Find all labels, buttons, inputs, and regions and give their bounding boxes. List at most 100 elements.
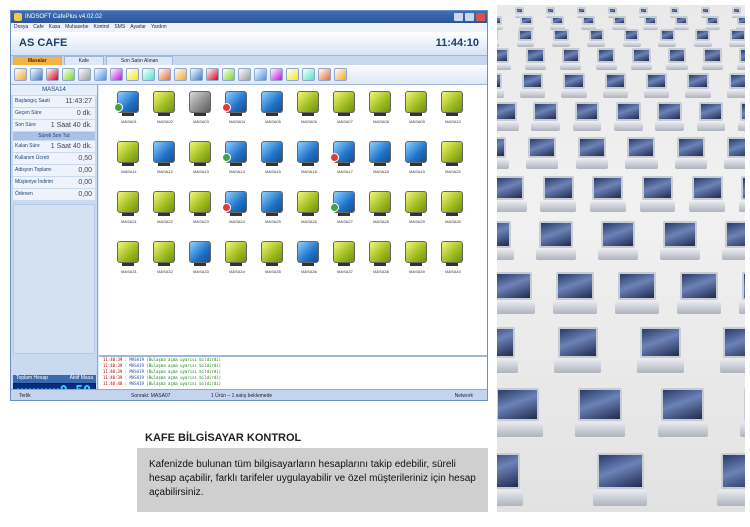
computer-item[interactable]: MASA33 [185,241,217,277]
info-value: 11:43:27 [65,98,92,105]
computer-item[interactable]: MASA26 [293,191,325,227]
laptop-screen [538,221,573,248]
computer-item[interactable]: MASA32 [149,241,181,277]
computer-item[interactable]: MASA13 [185,141,217,177]
screen-icon[interactable] [158,68,171,81]
laptop-icon [497,271,535,318]
laptop-screen [721,453,745,490]
close-icon[interactable] [476,13,485,21]
tab-0[interactable]: Masalar [13,56,62,65]
user-icon[interactable] [46,68,59,81]
menu-item[interactable]: Cafe [33,23,44,32]
computer-item[interactable]: MASA40 [437,241,469,277]
computer-item[interactable]: MASA19 [401,141,433,177]
cancel-icon[interactable] [142,68,155,81]
computer-item[interactable]: MASA03 [185,91,217,127]
monitor-stand [158,163,170,166]
warning-icon[interactable] [174,68,187,81]
arrow-icon[interactable] [94,68,107,81]
computer-item[interactable]: MASA18 [365,141,397,177]
computer-item[interactable]: MASA28 [365,191,397,227]
computer-item[interactable]: MASA27 [329,191,361,227]
arrow-right-icon[interactable] [126,68,139,81]
lock-icon[interactable] [62,68,75,81]
menu-item[interactable]: Yardım [151,23,167,32]
tool-icon[interactable] [286,68,299,81]
tab-2[interactable]: Son Satın Alınan [105,56,174,65]
computer-item[interactable]: MASA08 [365,91,397,127]
info-value: 0,00 [78,191,92,198]
computer-item[interactable]: MASA17 [329,141,361,177]
lock-icon[interactable] [78,68,91,81]
computer-item[interactable]: MASA35 [257,241,289,277]
menu-item[interactable]: Kontrol [94,23,110,32]
tea-icon[interactable] [238,68,251,81]
computer-item[interactable]: MASA02 [149,91,181,127]
menu-item[interactable]: Muhasebe [65,23,88,32]
menu-item[interactable]: Kasa [49,23,60,32]
user-icon [222,203,231,212]
cafe-icon[interactable] [254,68,267,81]
summary-right-label: Aktif Masa [69,375,93,381]
monitor-icon [369,91,391,113]
monitor-stand [338,263,350,266]
computer-item[interactable]: MASA21 [113,191,145,227]
laptop-screen [574,102,600,121]
computer-item[interactable]: MASA22 [149,191,181,227]
computer-item[interactable]: MASA14 [221,141,253,177]
laptop-keyboard [701,63,724,70]
laptop-icon [657,387,708,441]
computer-item[interactable]: MASA12 [149,141,181,177]
laptop-icon [677,271,721,318]
computer-item[interactable]: MASA16 [293,141,325,177]
computer-item[interactable]: MASA24 [221,191,253,227]
maximize-icon[interactable] [465,13,474,21]
computer-item[interactable]: MASA07 [329,91,361,127]
menu-item[interactable]: Ayarlar [130,23,146,32]
menu-item[interactable]: SMS [114,23,125,32]
print-icon[interactable] [30,68,43,81]
restart-icon[interactable] [206,68,219,81]
computer-label: MASA29 [409,219,425,224]
computer-item[interactable]: MASA10 [437,91,469,127]
menu-item[interactable]: Dosya [14,23,28,32]
monitor-icon[interactable] [190,68,203,81]
computer-item[interactable]: MASA23 [185,191,217,227]
computer-item[interactable]: MASA05 [257,91,289,127]
computer-item[interactable]: MASA20 [437,141,469,177]
computer-item[interactable]: MASA09 [401,91,433,127]
computer-item[interactable]: MASA11 [113,141,145,177]
computer-item[interactable]: MASA06 [293,91,325,127]
computer-item[interactable]: MASA34 [221,241,253,277]
stop-icon[interactable] [222,68,235,81]
computer-item[interactable]: MASA39 [401,241,433,277]
computer-item[interactable]: MASA36 [293,241,325,277]
computer-item[interactable]: MASA38 [365,241,397,277]
minimize-icon[interactable] [454,13,463,21]
person-icon[interactable] [110,68,123,81]
tab-1[interactable]: Kafe [63,56,104,65]
edit-icon[interactable] [302,68,315,81]
computer-label: MASA06 [301,119,317,124]
monitor-stand [302,113,314,116]
computer-item[interactable]: MASA01 [113,91,145,127]
laptop-icon [613,102,643,132]
computer-item[interactable]: MASA37 [329,241,361,277]
computer-item[interactable]: MASA15 [257,141,289,177]
laptop-icon [666,48,688,71]
chart-icon[interactable] [270,68,283,81]
laptop-icon [524,48,547,71]
user-icon [114,103,123,112]
settings-icon[interactable] [334,68,347,81]
computer-item[interactable]: MASA31 [113,241,145,277]
laptop-icon [593,453,648,510]
computer-item[interactable]: MASA30 [437,191,469,227]
monitor-icon [405,191,427,213]
computer-label: MASA21 [121,219,137,224]
computer-item[interactable]: MASA04 [221,91,253,127]
open-icon[interactable] [14,68,27,81]
power-icon[interactable] [318,68,331,81]
computer-item[interactable]: MASA25 [257,191,289,227]
computer-item[interactable]: MASA29 [401,191,433,227]
laptop-icon [658,29,677,48]
